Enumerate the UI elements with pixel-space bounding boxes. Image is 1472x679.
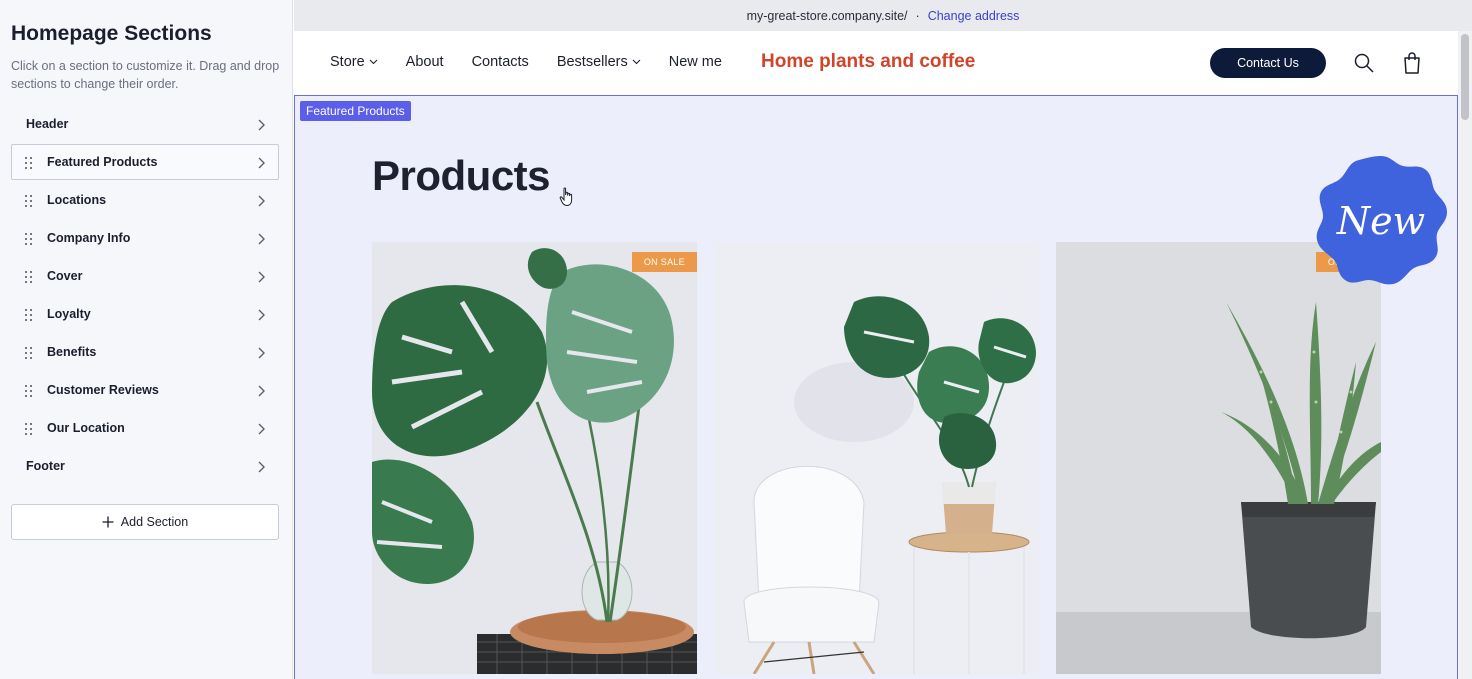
drag-handle-icon[interactable] [24, 384, 34, 398]
section-label: Header [26, 117, 69, 131]
section-item-loyalty[interactable]: Loyalty [11, 296, 279, 332]
new-badge-text: New [1336, 199, 1425, 243]
section-label: Our Location [47, 421, 125, 435]
section-item-benefits[interactable]: Benefits [11, 334, 279, 370]
drag-handle-icon[interactable] [24, 270, 34, 284]
drag-handle-icon[interactable] [24, 346, 34, 360]
chevron-right-icon [258, 119, 265, 131]
scrollbar-thumb[interactable] [1461, 34, 1469, 120]
address-bar: my-great-store.company.site/ · Change ad… [294, 0, 1472, 31]
chevron-right-icon [258, 271, 265, 283]
section-label: Loyalty [47, 307, 91, 321]
product-image [714, 242, 1039, 674]
panel-description: Click on a section to customize it. Drag… [11, 59, 280, 91]
sale-badge: ON SALE [631, 252, 697, 272]
section-label: Featured Products [47, 155, 158, 169]
drag-handle-icon[interactable] [24, 156, 34, 170]
section-label: Cover [47, 269, 83, 283]
chevron-right-icon [258, 423, 265, 435]
shopping-bag-icon[interactable] [1401, 51, 1423, 75]
nav-label: About [405, 54, 444, 70]
product-card[interactable] [714, 242, 1039, 674]
product-card[interactable]: ON SALE [372, 242, 697, 674]
drag-handle-icon[interactable] [24, 232, 34, 246]
product-image [372, 242, 697, 674]
products-title: Products [372, 152, 551, 199]
nav-label: Store [330, 54, 365, 70]
chevron-right-icon [258, 385, 265, 397]
section-label: Company Info [47, 231, 131, 245]
drag-handle-icon[interactable] [24, 422, 34, 436]
nav-label: New me [668, 54, 722, 70]
chevron-down-icon [369, 59, 378, 65]
change-address-link[interactable]: Change address [928, 9, 1020, 23]
preview-scrollbar[interactable] [1458, 31, 1472, 679]
nav-item-store[interactable]: Store [330, 54, 378, 70]
chevron-right-icon [258, 195, 265, 207]
main-nav: Store About Contacts Bestsellers New me [330, 54, 722, 70]
add-section-button[interactable]: Add Section [11, 504, 279, 540]
chevron-right-icon [258, 233, 265, 245]
address-separator: · [915, 8, 920, 23]
chevron-right-icon [258, 157, 265, 169]
sections-panel: Homepage Sections Click on a section to … [0, 0, 293, 679]
store-preview: my-great-store.company.site/ · Change ad… [294, 0, 1472, 679]
new-badge: New [1316, 156, 1447, 285]
drag-handle-icon[interactable] [24, 194, 34, 208]
chevron-right-icon [258, 309, 265, 321]
plus-icon [102, 516, 114, 528]
nav-item-bestsellers[interactable]: Bestsellers [557, 54, 641, 70]
site-header: Store About Contacts Bestsellers New me … [294, 31, 1458, 95]
product-image [1056, 242, 1381, 674]
section-label: Customer Reviews [47, 383, 159, 397]
store-name[interactable]: Home plants and coffee [761, 51, 975, 73]
featured-products-section[interactable]: Featured Products Products ON SALE New [294, 95, 1458, 679]
section-item-featured-products[interactable]: Featured Products [11, 144, 279, 180]
section-item-customer-reviews[interactable]: Customer Reviews [11, 372, 279, 408]
store-url: my-great-store.company.site/ [746, 8, 908, 23]
drag-handle-icon[interactable] [24, 308, 34, 322]
nav-label: Bestsellers [556, 54, 628, 70]
panel-title: Homepage Sections [11, 22, 212, 45]
section-label: Footer [26, 459, 65, 473]
section-item-company-info[interactable]: Company Info [11, 220, 279, 256]
section-label: Locations [47, 193, 107, 207]
nav-item-about[interactable]: About [406, 54, 444, 70]
search-icon[interactable] [1353, 52, 1375, 74]
section-item-locations[interactable]: Locations [11, 182, 279, 218]
section-item-our-location[interactable]: Our Location [11, 410, 279, 446]
chevron-right-icon [258, 347, 265, 359]
section-label: Benefits [47, 345, 97, 359]
product-card[interactable]: ON SALE [1056, 242, 1381, 674]
chevron-right-icon [258, 461, 265, 473]
contact-us-button[interactable]: Contact Us [1210, 48, 1326, 78]
nav-label: Contacts [471, 54, 529, 70]
section-item-header[interactable]: Header [11, 106, 279, 142]
section-list: Header Featured Products Locations Compa… [11, 106, 279, 486]
section-item-cover[interactable]: Cover [11, 258, 279, 294]
nav-item-new[interactable]: New me [669, 54, 722, 70]
section-tag: Featured Products [300, 101, 411, 121]
chevron-down-icon [632, 59, 641, 65]
add-section-label: Add Section [120, 515, 189, 529]
section-item-footer[interactable]: Footer [11, 448, 279, 484]
nav-item-contacts[interactable]: Contacts [472, 54, 529, 70]
hand-cursor-icon [559, 187, 573, 207]
